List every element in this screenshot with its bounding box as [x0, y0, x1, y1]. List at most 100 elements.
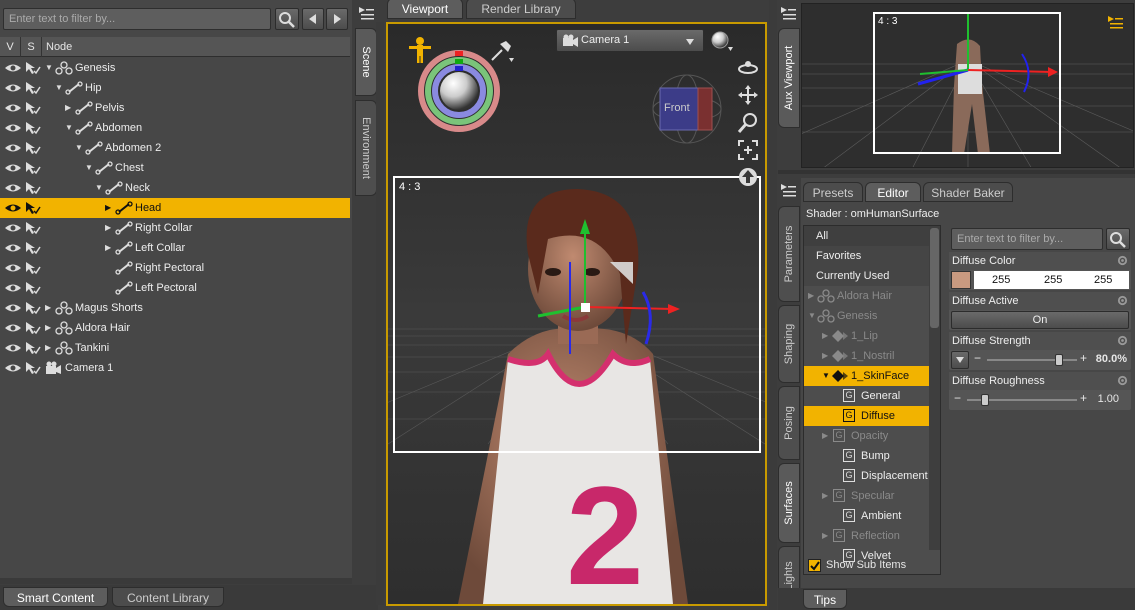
- gear-icon[interactable]: [1117, 295, 1128, 306]
- tab-render-library[interactable]: Render Library: [466, 0, 576, 19]
- visibility-eye-icon[interactable]: [4, 102, 22, 114]
- visibility-eye-icon[interactable]: [4, 302, 22, 314]
- show-sub-items-checkbox[interactable]: [808, 559, 821, 572]
- surface-search-button[interactable]: [1106, 228, 1130, 250]
- surface-list-item[interactable]: G Ambient: [804, 506, 930, 526]
- expand-down-icon[interactable]: ▼: [95, 178, 103, 198]
- tab-environment[interactable]: Environment: [355, 100, 377, 196]
- visibility-eye-icon[interactable]: [4, 282, 22, 294]
- selectable-cursor-icon[interactable]: [25, 61, 41, 75]
- scene-row[interactable]: ▼ Abdomen: [0, 118, 350, 138]
- surfaces-menu-icon[interactable]: [779, 182, 797, 198]
- tab-shaping[interactable]: Shaping: [778, 305, 800, 383]
- show-sub-items[interactable]: Show Sub Items: [806, 558, 936, 574]
- scene-panel-divider[interactable]: [0, 578, 352, 584]
- expand-down-icon[interactable]: ▼: [808, 306, 816, 326]
- expand-right-icon[interactable]: ▶: [822, 346, 828, 366]
- surface-list-item[interactable]: ▶ G Specular: [804, 486, 930, 506]
- aux-divider[interactable]: [778, 170, 1135, 174]
- splitter-left[interactable]: [376, 22, 384, 605]
- expand-right-icon[interactable]: ▶: [45, 298, 51, 318]
- selectable-cursor-icon[interactable]: [25, 321, 41, 335]
- expand-right-icon[interactable]: ▶: [105, 238, 111, 258]
- visibility-eye-icon[interactable]: [4, 122, 22, 134]
- scene-row[interactable]: ▶ Pelvis: [0, 98, 350, 118]
- tab-surfaces[interactable]: Surfaces: [778, 463, 800, 543]
- diffuse-strength-value[interactable]: 80.0%: [1096, 353, 1127, 365]
- diffuse-strength-slider-knob[interactable]: [1055, 354, 1063, 366]
- expand-right-icon[interactable]: ▶: [65, 98, 71, 118]
- diffuse-roughness-slider-knob[interactable]: [981, 394, 989, 406]
- tab-shader-baker[interactable]: Shader Baker: [923, 182, 1013, 202]
- selectable-cursor-icon[interactable]: [25, 201, 41, 215]
- minus-icon[interactable]: −: [954, 391, 961, 405]
- scene-row[interactable]: ▶ Head: [0, 198, 350, 218]
- expand-right-icon[interactable]: ▶: [822, 326, 828, 346]
- surface-list-item[interactable]: ▶ Aldora Hair: [804, 286, 930, 306]
- surface-list-item[interactable]: ▼ 1_SkinFace: [804, 366, 930, 386]
- selectable-cursor-icon[interactable]: [25, 301, 41, 315]
- selectable-cursor-icon[interactable]: [25, 161, 41, 175]
- visibility-eye-icon[interactable]: [4, 62, 22, 74]
- view-cube[interactable]: Front: [650, 72, 724, 146]
- scene-row[interactable]: ▶ Aldora Hair: [0, 318, 350, 338]
- surface-list-item[interactable]: G General: [804, 386, 930, 406]
- surface-list-item[interactable]: G Diffuse: [804, 406, 930, 426]
- visibility-eye-icon[interactable]: [4, 202, 22, 214]
- tab-smart-content[interactable]: Smart Content: [3, 587, 108, 607]
- scene-row[interactable]: ▶ Left Collar: [0, 238, 350, 258]
- visibility-eye-icon[interactable]: [4, 362, 22, 374]
- tab-editor[interactable]: Editor: [865, 182, 921, 202]
- tab-tips[interactable]: Tips: [803, 589, 847, 609]
- scene-row[interactable]: ▶ Magus Shorts: [0, 298, 350, 318]
- selectable-cursor-icon[interactable]: [25, 241, 41, 255]
- selectable-cursor-icon[interactable]: [25, 121, 41, 135]
- selectable-cursor-icon[interactable]: [25, 261, 41, 275]
- expand-right-icon[interactable]: ▶: [822, 486, 828, 506]
- reset-view-icon[interactable]: [737, 166, 759, 188]
- expand-right-icon[interactable]: ▶: [105, 198, 111, 218]
- selectable-cursor-icon[interactable]: [25, 81, 41, 95]
- visibility-eye-icon[interactable]: [4, 242, 22, 254]
- diffuse-active-toggle[interactable]: On: [951, 311, 1129, 329]
- surface-list-item[interactable]: Favorites: [804, 246, 930, 266]
- visibility-eye-icon[interactable]: [4, 142, 22, 154]
- scene-row[interactable]: ▼ Neck: [0, 178, 350, 198]
- tab-viewport[interactable]: Viewport: [387, 0, 463, 19]
- column-node[interactable]: Node: [46, 37, 72, 57]
- aux-viewport[interactable]: 4 : 3: [801, 3, 1134, 168]
- expand-down-icon[interactable]: ▼: [822, 366, 830, 386]
- scene-row[interactable]: ▼ Hip: [0, 78, 350, 98]
- viewport[interactable]: 2 4 : 3 Camera 1 Front: [386, 22, 767, 606]
- visibility-eye-icon[interactable]: [4, 222, 22, 234]
- scene-row[interactable]: ▶ Right Collar: [0, 218, 350, 238]
- aux-options-icon[interactable]: [1106, 14, 1124, 30]
- aux-menu-icon[interactable]: [779, 5, 797, 21]
- scene-row[interactable]: Right Pectoral: [0, 258, 350, 278]
- scene-search-button[interactable]: [275, 8, 299, 30]
- scene-row[interactable]: Camera 1: [0, 358, 350, 378]
- column-v[interactable]: V: [0, 37, 21, 57]
- surface-list-scrollbar[interactable]: [929, 226, 940, 550]
- frame-icon[interactable]: [737, 139, 759, 161]
- selectable-cursor-icon[interactable]: [25, 141, 41, 155]
- orbit-widget[interactable]: [417, 49, 501, 133]
- surface-list-item[interactable]: All: [804, 226, 930, 246]
- tab-posing[interactable]: Posing: [778, 386, 800, 460]
- splitter-right[interactable]: [769, 0, 777, 610]
- tab-scene[interactable]: Scene: [355, 28, 377, 96]
- surface-list-item[interactable]: G Displacement: [804, 466, 930, 486]
- diffuse-roughness-value[interactable]: 1.00: [1098, 393, 1119, 405]
- selectable-cursor-icon[interactable]: [25, 281, 41, 295]
- expand-down-icon[interactable]: ▼: [75, 138, 83, 158]
- camera-select[interactable]: Camera 1: [556, 29, 704, 52]
- surface-list-item[interactable]: ▶ 1_Lip: [804, 326, 930, 346]
- visibility-eye-icon[interactable]: [4, 342, 22, 354]
- column-s[interactable]: S: [21, 37, 42, 57]
- zoom-icon[interactable]: [737, 112, 759, 134]
- panel-menu-icon[interactable]: [357, 5, 375, 21]
- expand-down-icon[interactable]: ▼: [55, 78, 63, 98]
- gear-icon[interactable]: [1117, 255, 1128, 266]
- scene-filter-input[interactable]: Enter text to filter by...: [3, 8, 271, 30]
- scene-row[interactable]: ▶ Tankini: [0, 338, 350, 358]
